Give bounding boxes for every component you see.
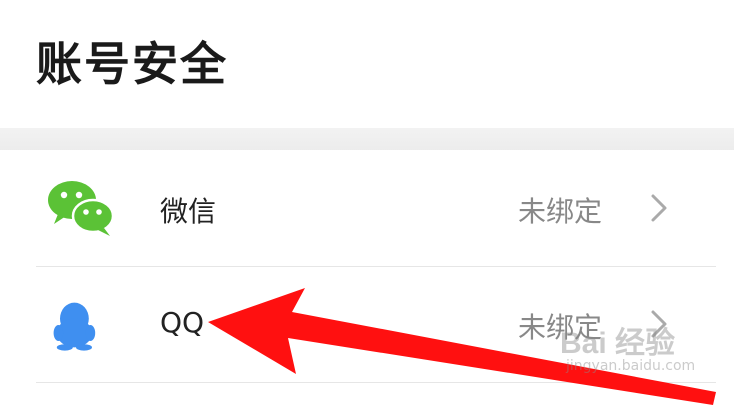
row-divider — [36, 382, 716, 383]
header: 账号安全 — [0, 0, 734, 128]
account-row-wechat[interactable]: 微信 未绑定 — [0, 150, 734, 266]
binding-status: 未绑定 — [518, 195, 603, 228]
watermark-logo: Bai 经验 — [560, 327, 676, 360]
qq-icon — [53, 302, 96, 351]
watermark-url: jingyan.baidu.com — [566, 358, 696, 374]
chevron-right-icon — [651, 194, 667, 222]
section-gap — [0, 128, 734, 152]
wechat-icon — [48, 181, 115, 236]
account-label: QQ — [160, 306, 205, 339]
redaction-mask — [240, 198, 310, 224]
page-title: 账号安全 — [36, 37, 228, 91]
watermark: Bai 经验 jingyan.baidu.com — [560, 318, 695, 374]
account-label: 微信 — [160, 195, 217, 228]
